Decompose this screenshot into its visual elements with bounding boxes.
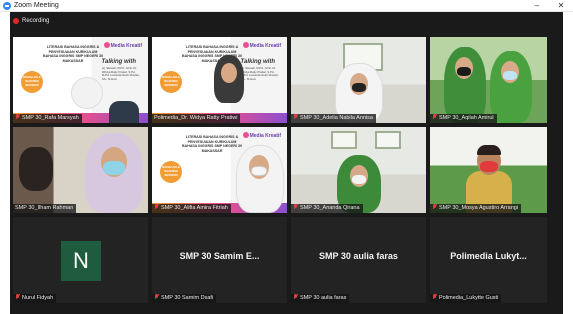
participant-name-label: SMP 30_Alifia Amira Fitriah <box>152 204 231 213</box>
slide-title: LITERASI BAHASA INGGRIS & PENYESUAIAN KU… <box>182 135 242 153</box>
speaker-face <box>221 63 237 83</box>
participant-tile[interactable]: SMP 30_Mosya Agustiro Arrangi <box>430 127 547 213</box>
muted-mic-icon <box>432 204 437 210</box>
participant-display-name: SMP 30 Samim E... <box>179 251 260 261</box>
participant-tile[interactable]: SMP 30_Adelia Nabila Annisa <box>291 37 426 123</box>
face-mask <box>251 166 267 176</box>
slide-logo: Media Kreatif <box>243 42 281 49</box>
participant-name-label: SMP 30 aulia faras <box>291 294 350 303</box>
participant-name-label: SMP 30_Aqilah Amirul <box>430 114 497 123</box>
slide-badge-text: KENALAN & SHARING SESSION <box>162 75 180 87</box>
close-button[interactable]: ✕ <box>552 0 570 12</box>
recording-label: Recording <box>22 18 50 24</box>
zoom-app-icon <box>3 2 11 10</box>
face-mask <box>103 161 125 175</box>
slide-badge-text: KENALAN & SHARING SESSION <box>162 165 180 177</box>
participant-tile[interactable]: N Nurul Fidyah <box>13 217 148 303</box>
participant-name-label: SMP 30_Mosya Agustiro Arrangi <box>430 204 522 213</box>
face-mask <box>503 71 517 80</box>
gallery-grid: LITERASI BAHASA INGGRIS & PENYESUAIAN KU… <box>13 37 547 313</box>
muted-mic-icon <box>154 204 159 210</box>
active-speaker-tile[interactable]: SMP 30_Ilham Rahman <box>13 127 148 213</box>
slide-logo: Media Kreatif <box>243 132 281 139</box>
muted-mic-icon <box>432 114 437 120</box>
participant-tile[interactable]: SMP 30 Samim E... SMP 30 Samim Dsafi <box>152 217 287 303</box>
participant-figure <box>19 147 53 191</box>
slide-speaker-names: Hj. Sanaeb, M.Pd., M.Si. Dr. Wildya Ratt… <box>241 66 279 81</box>
participant-avatar: N <box>61 241 101 281</box>
participant-figure <box>109 101 139 123</box>
participant-tile[interactable]: SMP 30_Aqilah Amirul <box>430 37 547 123</box>
window-titlebar: Zoom Meeting – ✕ <box>0 0 573 12</box>
room-window <box>331 131 357 149</box>
participant-name-label: SMP 30_Ilham Rahman <box>13 204 77 213</box>
slide-talking-with: Talking with <box>101 59 136 65</box>
participant-name-label: Polimedia_Lukytte Gusti <box>430 294 502 303</box>
face-mask <box>352 175 366 184</box>
participant-hair <box>477 145 501 155</box>
participant-tile[interactable]: LITERASI BAHASA INGGRIS & PENYESUAIAN KU… <box>152 127 287 213</box>
room-window <box>375 131 401 149</box>
muted-mic-icon <box>293 294 298 300</box>
recording-indicator[interactable]: Recording <box>10 12 563 30</box>
face-mask <box>352 83 366 92</box>
participant-display-name: Polimedia Lukyt... <box>450 251 527 261</box>
face-mask <box>480 161 498 172</box>
participant-name-label: SMP 30_Rafa Marsyah <box>13 114 82 123</box>
slide-speaker-names: Hj. Sanaeb, M.Pd., M.Si. Dr. Wildya Ratt… <box>102 66 140 81</box>
participant-display-name: SMP 30 aulia faras <box>319 251 398 261</box>
muted-mic-icon <box>15 114 20 120</box>
minimize-button[interactable]: – <box>528 0 546 12</box>
participant-tile[interactable]: LITERASI BAHASA INGGRIS & PENYESUAIAN KU… <box>152 37 287 123</box>
window-title: Zoom Meeting <box>14 2 59 9</box>
slide-badge-text: KENALAN & SHARING SESSION <box>23 75 41 87</box>
participant-name-label: SMP 30 Samim Dsafi <box>152 294 217 303</box>
participant-tile[interactable]: LITERASI BAHASA INGGRIS & PENYESUAIAN KU… <box>13 37 148 123</box>
muted-mic-icon <box>432 294 437 300</box>
slide-photo-placeholder <box>71 77 103 109</box>
muted-mic-icon <box>154 294 159 300</box>
muted-mic-icon <box>293 204 298 210</box>
participant-name-label: SMP 30_Adelia Nabila Annisa <box>291 114 376 123</box>
slide-title: LITERASI BAHASA INGGRIS & PENYESUAIAN KU… <box>43 45 103 63</box>
participant-name-label: SMP 30_Ananda Qirana <box>291 204 363 213</box>
slide-logo: Media Kreatif <box>104 42 142 49</box>
participant-tile[interactable]: SMP 30 aulia faras SMP 30 aulia faras <box>291 217 426 303</box>
muted-mic-icon <box>293 114 298 120</box>
face-mask <box>457 67 471 76</box>
muted-mic-icon <box>15 294 20 300</box>
slide-talking-with: Talking with <box>240 59 275 65</box>
recording-dot-icon <box>13 18 19 24</box>
participant-name-label: Polimedia_Dr. Widya Ratty Pratiwi <box>152 114 241 123</box>
participant-tile[interactable]: SMP 30_Ananda Qirana <box>291 127 426 213</box>
participant-tile[interactable]: Polimedia Lukyt... Polimedia_Lukytte Gus… <box>430 217 547 303</box>
participant-name-label: Nurul Fidyah <box>13 294 57 303</box>
